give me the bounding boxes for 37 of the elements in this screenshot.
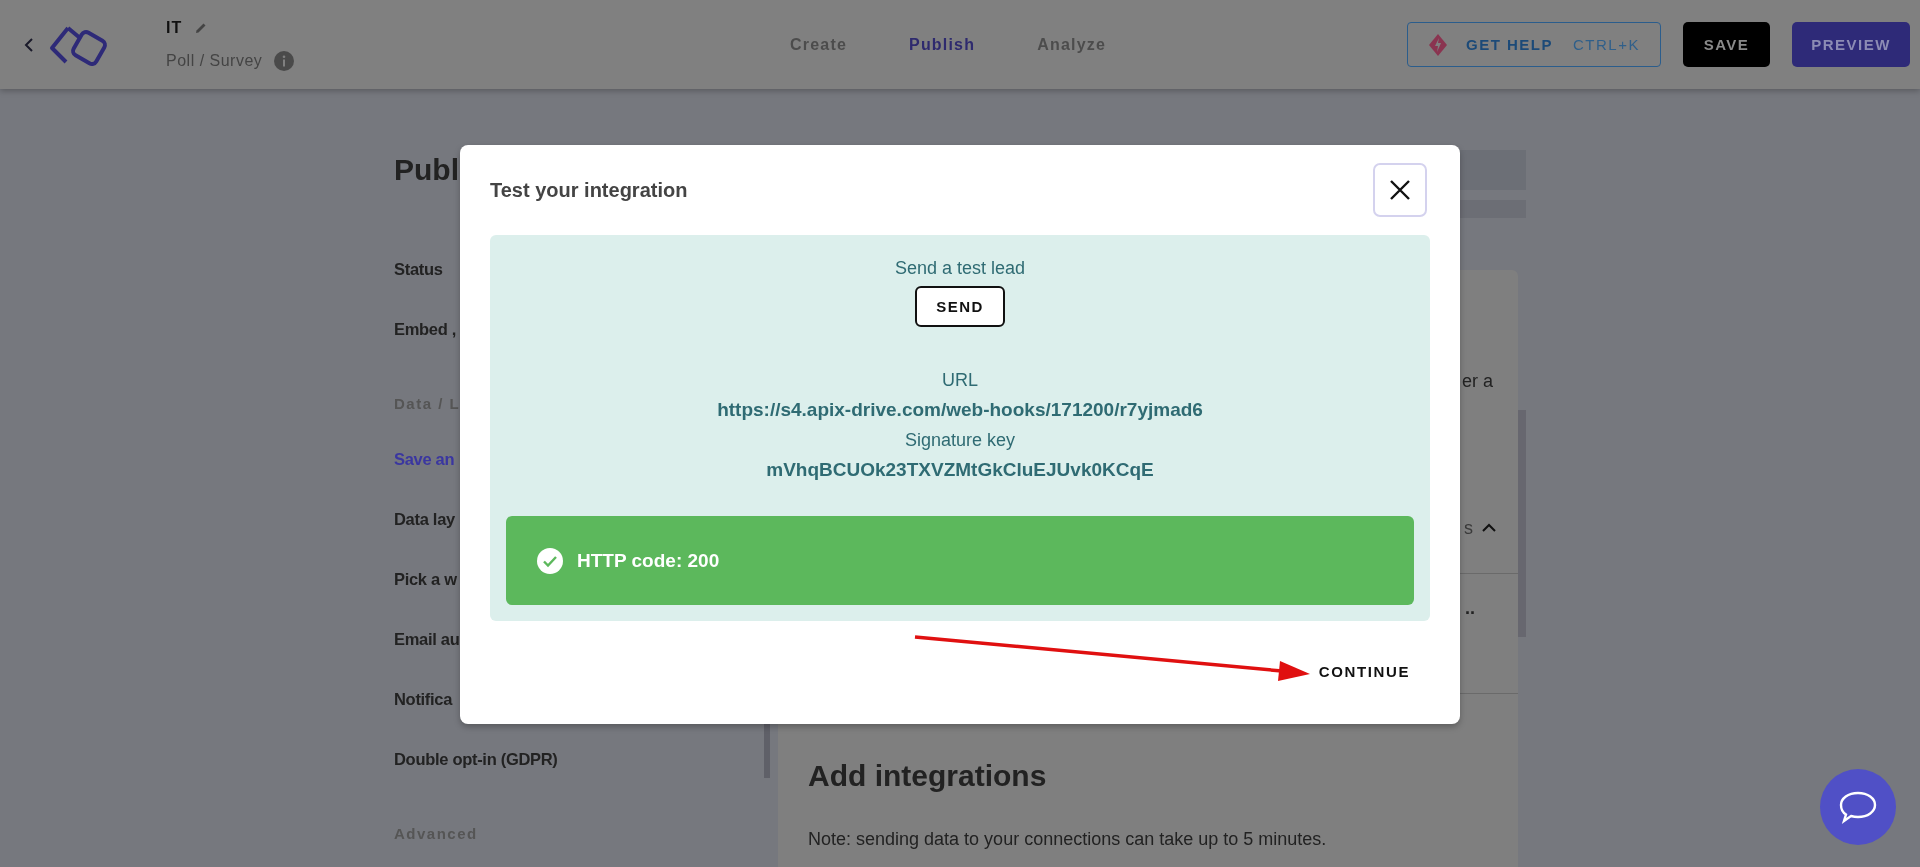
paragraph-text: er a bbox=[1462, 370, 1494, 393]
sidebar-item[interactable]: Email au bbox=[394, 609, 460, 669]
scrollbar-thumb[interactable] bbox=[1518, 410, 1526, 637]
sidebar-item[interactable]: Status bbox=[394, 239, 443, 299]
back-icon[interactable] bbox=[24, 36, 34, 53]
send-button[interactable]: SEND bbox=[915, 286, 1005, 327]
sidebar-item[interactable]: Pick a w bbox=[394, 549, 457, 609]
lightning-icon bbox=[1428, 32, 1448, 57]
url-label: URL bbox=[942, 369, 978, 392]
project-type: Poll / Survey bbox=[166, 51, 263, 70]
url-text: https://s4.apix-drive.com/web-hooks/171200/r7yjmad6 bbox=[717, 398, 1203, 422]
sidebar-item[interactable]: Data lay bbox=[394, 489, 455, 549]
sidebar-item[interactable]: Save an bbox=[394, 429, 455, 489]
sidebar-item[interactable]: Notifica bbox=[394, 669, 453, 729]
save-button[interactable]: SAVE bbox=[1683, 22, 1770, 67]
project-title: IT bbox=[166, 18, 183, 37]
continue-button[interactable]: CONTINUE bbox=[1318, 659, 1410, 684]
chat-icon bbox=[1838, 789, 1878, 825]
toggle-label: s bbox=[1464, 517, 1473, 540]
chevron-up-icon[interactable] bbox=[1481, 523, 1497, 533]
preview-button[interactable]: PREVIEW bbox=[1792, 22, 1910, 67]
send-label: Send a test lead bbox=[894, 257, 1026, 280]
get-help-button[interactable]: GET HELP CTRL+K bbox=[1407, 22, 1661, 67]
row-text: .. bbox=[1465, 597, 1475, 620]
sidebar-item[interactable]: Embed , bbox=[394, 299, 457, 359]
sidebar-item[interactable]: Double opt-in (GDPR) bbox=[394, 729, 558, 789]
close-button[interactable] bbox=[1373, 163, 1427, 217]
dialog-title: Test your integration bbox=[490, 178, 688, 202]
nav-tab[interactable]: Publish bbox=[909, 35, 976, 54]
check-icon bbox=[537, 547, 563, 574]
key-label: Signature key bbox=[904, 429, 1016, 452]
scrollbar-thumb[interactable] bbox=[764, 722, 770, 778]
status-text: HTTP code: 200 bbox=[577, 549, 720, 572]
section-heading: Add integrations bbox=[808, 758, 1048, 794]
close-icon bbox=[1389, 179, 1411, 201]
note-text: Note: sending data to your connections can take up to 5 minutes. bbox=[808, 828, 1328, 851]
key-text: mVhqBCUOk23TXVZMtGkCluEJUvk0KCqE bbox=[766, 458, 1154, 482]
